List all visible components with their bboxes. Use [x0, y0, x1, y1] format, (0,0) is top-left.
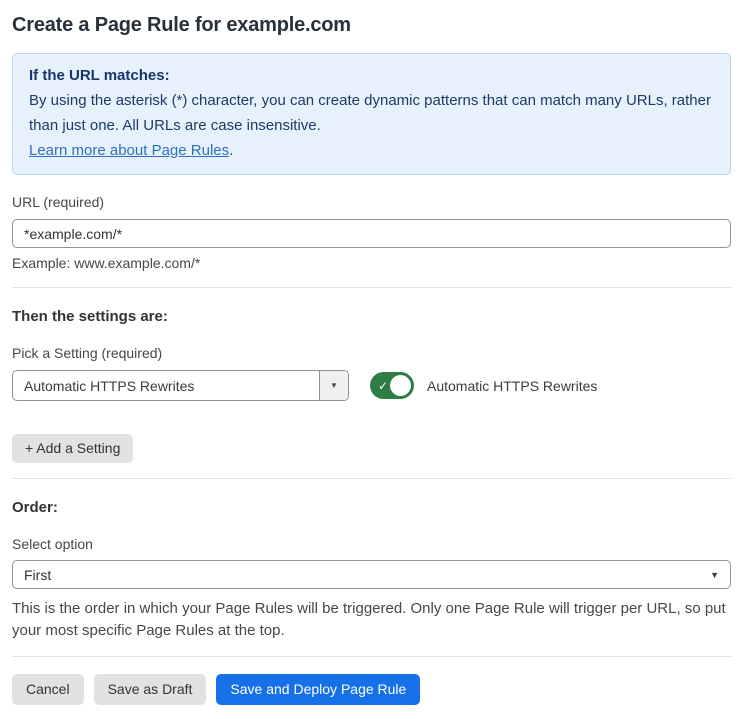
section-divider — [12, 478, 731, 479]
url-matches-info-box: If the URL matches: By using the asteris… — [12, 53, 731, 175]
url-field-label: URL (required) — [12, 194, 105, 210]
order-helper-text: This is the order in which your Page Rul… — [12, 600, 726, 639]
learn-more-link[interactable]: Learn more about Page Rules — [29, 142, 229, 159]
info-box-heading: If the URL matches: — [29, 67, 170, 84]
url-field-helper: Example: www.example.com/* — [12, 255, 201, 271]
toggle-knob — [390, 375, 411, 396]
info-box-body: By using the asterisk (*) character, you… — [29, 92, 711, 134]
cancel-button[interactable]: Cancel — [12, 674, 84, 705]
setting-toggle-label: Automatic HTTPS Rewrites — [427, 377, 598, 394]
setting-toggle[interactable]: ✓ — [370, 372, 414, 399]
settings-section-heading: Then the settings are: — [12, 308, 168, 325]
order-select-value: First — [24, 566, 52, 583]
chevron-down-icon: ▼ — [710, 569, 719, 580]
save-as-draft-button[interactable]: Save as Draft — [93, 674, 207, 705]
setting-dropdown[interactable]: Automatic HTTPS Rewrites ▼ — [12, 370, 349, 401]
create-page-rule-form: Create a Page Rule for example.com If th… — [0, 13, 743, 719]
setting-row: Automatic HTTPS Rewrites ▼ ✓ Automatic H… — [12, 370, 731, 401]
url-input[interactable] — [12, 219, 731, 248]
page-title: Create a Page Rule for example.com — [12, 14, 351, 36]
section-divider — [12, 287, 731, 288]
order-select-label: Select option — [12, 536, 93, 552]
footer-buttons: Cancel Save as Draft Save and Deploy Pag… — [12, 674, 731, 719]
check-icon: ✓ — [378, 378, 389, 393]
order-section-heading: Order: — [12, 499, 58, 516]
add-setting-button[interactable]: + Add a Setting — [12, 434, 134, 463]
chevron-down-icon[interactable]: ▼ — [319, 371, 348, 400]
save-and-deploy-button[interactable]: Save and Deploy Page Rule — [216, 674, 421, 705]
link-suffix: . — [229, 142, 234, 159]
pick-setting-label: Pick a Setting (required) — [12, 345, 163, 361]
setting-dropdown-value: Automatic HTTPS Rewrites — [24, 377, 195, 394]
order-select[interactable]: First ▼ — [12, 560, 731, 589]
footer-divider — [12, 656, 731, 657]
info-box-link-line: Learn more about Page Rules. — [29, 138, 714, 163]
